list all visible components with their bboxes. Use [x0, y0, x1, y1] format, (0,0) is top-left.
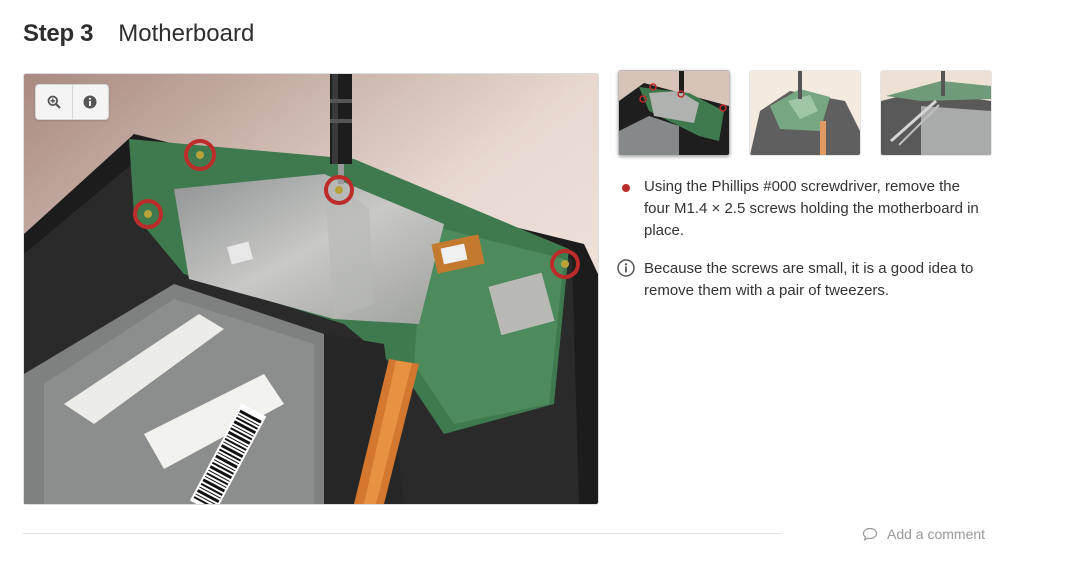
section-divider — [23, 533, 781, 534]
step-header: Step 3 Motherboard — [23, 20, 254, 48]
thumbnail-3[interactable] — [880, 70, 992, 156]
motherboard-photo — [24, 74, 598, 504]
step-number: Step 3 — [23, 20, 94, 47]
thumbnail-1[interactable] — [618, 70, 730, 156]
bullet-text: Because the screws are small, it is a go… — [644, 260, 974, 299]
step-title: Motherboard — [118, 20, 255, 47]
step-bullets: Using the Phillips #000 screwdriver, rem… — [617, 176, 987, 318]
comment-icon — [862, 527, 878, 541]
bullet-item: Using the Phillips #000 screwdriver, rem… — [617, 176, 987, 242]
add-comment-label: Add a comment — [887, 526, 986, 542]
main-step-image[interactable] — [23, 73, 599, 505]
bullet-text: Using the Phillips #000 screwdriver, rem… — [644, 178, 979, 239]
bullet-item: Because the screws are small, it is a go… — [617, 258, 987, 302]
zoom-button[interactable] — [36, 85, 72, 119]
image-info-button[interactable] — [71, 85, 109, 119]
red-bullet-dot — [622, 184, 630, 192]
info-icon — [617, 259, 635, 277]
zoom-icon — [47, 95, 61, 109]
thumbnail-2[interactable] — [749, 70, 861, 156]
add-comment-link[interactable]: Add a comment — [862, 526, 985, 542]
thumbnail-strip — [618, 70, 1011, 156]
info-icon — [83, 95, 97, 109]
image-controls — [35, 84, 109, 120]
